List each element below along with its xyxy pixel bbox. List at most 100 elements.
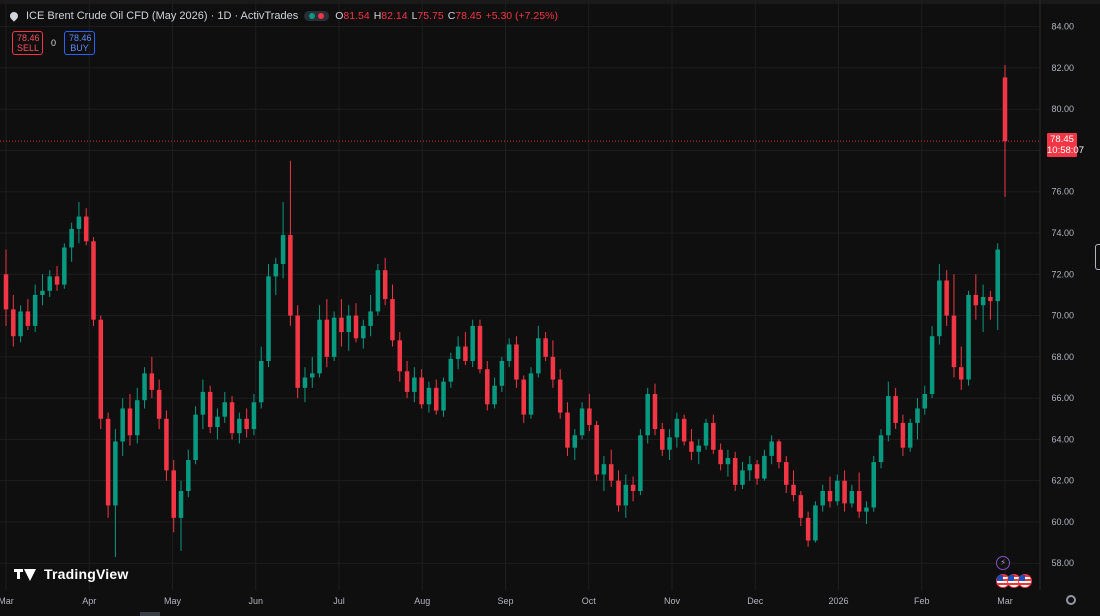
- candle-body: [674, 418, 680, 438]
- candle-body: [550, 356, 556, 380]
- candle-body: [638, 435, 643, 491]
- candle-body: [565, 412, 570, 448]
- x-tick-label: Apr: [82, 596, 96, 606]
- buy-button[interactable]: 78.46 BUY: [64, 31, 96, 55]
- candle-body: [762, 455, 767, 479]
- candle-body: [681, 418, 687, 442]
- candle-body: [441, 381, 446, 411]
- candle-body: [156, 389, 162, 419]
- candle-body: [361, 325, 366, 339]
- candle-body: [871, 462, 877, 508]
- candle-body: [295, 315, 300, 388]
- gear-icon[interactable]: [1066, 595, 1076, 605]
- y-tick-label: 74.00: [1051, 228, 1074, 238]
- sell-button[interactable]: 78.46 SELL: [12, 31, 43, 55]
- oil-drop-icon: [8, 10, 20, 22]
- candle-body: [3, 274, 9, 310]
- candle-body: [149, 373, 155, 390]
- candle-body: [696, 445, 701, 452]
- candle-body: [623, 484, 629, 506]
- market-status-pill[interactable]: [304, 11, 330, 21]
- candle-body: [368, 311, 373, 326]
- candle-body: [40, 290, 45, 295]
- y-tick-label: 66.00: [1051, 393, 1074, 403]
- lightning-icon[interactable]: ⚡: [996, 556, 1010, 570]
- candle-body: [186, 460, 191, 491]
- y-tick-label: 60.00: [1051, 517, 1074, 527]
- candle-body: [966, 294, 971, 380]
- trade-panel: 78.46 SELL 0 78.46 BUY: [12, 31, 96, 55]
- candle-body: [200, 391, 206, 415]
- candle-body: [25, 311, 31, 326]
- candle-body: [849, 491, 855, 504]
- candle-body: [419, 377, 424, 405]
- candle-body: [798, 495, 804, 518]
- candle-body: [324, 319, 330, 357]
- x-tick-label: Mar: [0, 596, 14, 606]
- candle-body: [944, 280, 949, 316]
- candle-body: [310, 373, 315, 378]
- close-value: 78.45: [455, 10, 482, 22]
- candle-body: [958, 367, 964, 380]
- market-open-dot-icon: [309, 13, 316, 19]
- chart-background: [0, 0, 1100, 616]
- candle-body: [54, 276, 60, 285]
- candle-body: [608, 464, 614, 481]
- candle-body: [470, 325, 475, 361]
- last-price-value: 78.45: [1050, 134, 1074, 145]
- candle-body: [463, 346, 468, 361]
- us-flag-icon[interactable]: [1018, 574, 1032, 588]
- candle-body: [11, 309, 16, 337]
- candle-body: [266, 276, 271, 361]
- tradingview-logo[interactable]: TradingView: [14, 566, 128, 582]
- candle-body: [492, 385, 497, 405]
- last-price-label: 78.45 10:58:07: [1047, 133, 1084, 157]
- candle-body: [331, 317, 337, 357]
- candle-body: [404, 371, 410, 392]
- price-chart[interactable]: 84.0082.0080.0078.0076.0074.0072.0070.00…: [0, 0, 1100, 616]
- candle-body: [514, 344, 519, 380]
- y-tick-label: 76.00: [1051, 187, 1074, 197]
- candle-body: [412, 377, 417, 392]
- buy-label: BUY: [70, 43, 89, 53]
- buy-price: 78.46: [69, 33, 92, 43]
- candle-body: [353, 315, 359, 339]
- x-tick-label: Jun: [248, 596, 263, 606]
- candle-body: [426, 387, 432, 405]
- chart-events: ⚡: [996, 556, 1032, 588]
- candle-body: [222, 402, 228, 417]
- symbol-header: ICE Brent Crude Oil CFD (May 2026) · 1D …: [6, 10, 558, 22]
- y-tick-label: 62.00: [1051, 476, 1074, 486]
- candle-body: [164, 418, 169, 471]
- candle-body: [98, 319, 104, 419]
- candle-body: [725, 457, 731, 465]
- change-value: +5.30 (+7.25%): [485, 10, 558, 22]
- candle-body: [62, 247, 67, 285]
- candle-body: [842, 480, 847, 504]
- candle-body: [988, 297, 993, 302]
- open-value: 81.54: [343, 10, 370, 22]
- candle-body: [601, 464, 607, 475]
- x-tick-label: Mar: [997, 596, 1013, 606]
- scroll-handle[interactable]: [1095, 244, 1100, 270]
- high-value: 82.14: [381, 10, 408, 22]
- candle-body: [47, 276, 53, 291]
- candle-body: [83, 216, 89, 242]
- candle-body: [973, 294, 979, 306]
- candle-body: [499, 360, 505, 386]
- top-strip: [0, 0, 1100, 4]
- symbol-title[interactable]: ICE Brent Crude Oil CFD (May 2026) · 1D …: [26, 10, 298, 22]
- candle-body: [171, 470, 176, 518]
- candle-body: [747, 464, 753, 471]
- candle-body: [288, 235, 293, 316]
- candle-body: [375, 270, 381, 312]
- x-tick-label: Feb: [914, 596, 930, 606]
- candle-body: [579, 408, 585, 436]
- candle-body: [783, 462, 789, 485]
- candle-body: [339, 317, 344, 333]
- candle-body: [32, 294, 38, 326]
- candle-body: [922, 394, 928, 409]
- candle-body: [587, 408, 592, 425]
- y-tick-label: 84.00: [1051, 22, 1074, 32]
- time-scroll-stub[interactable]: [140, 612, 160, 616]
